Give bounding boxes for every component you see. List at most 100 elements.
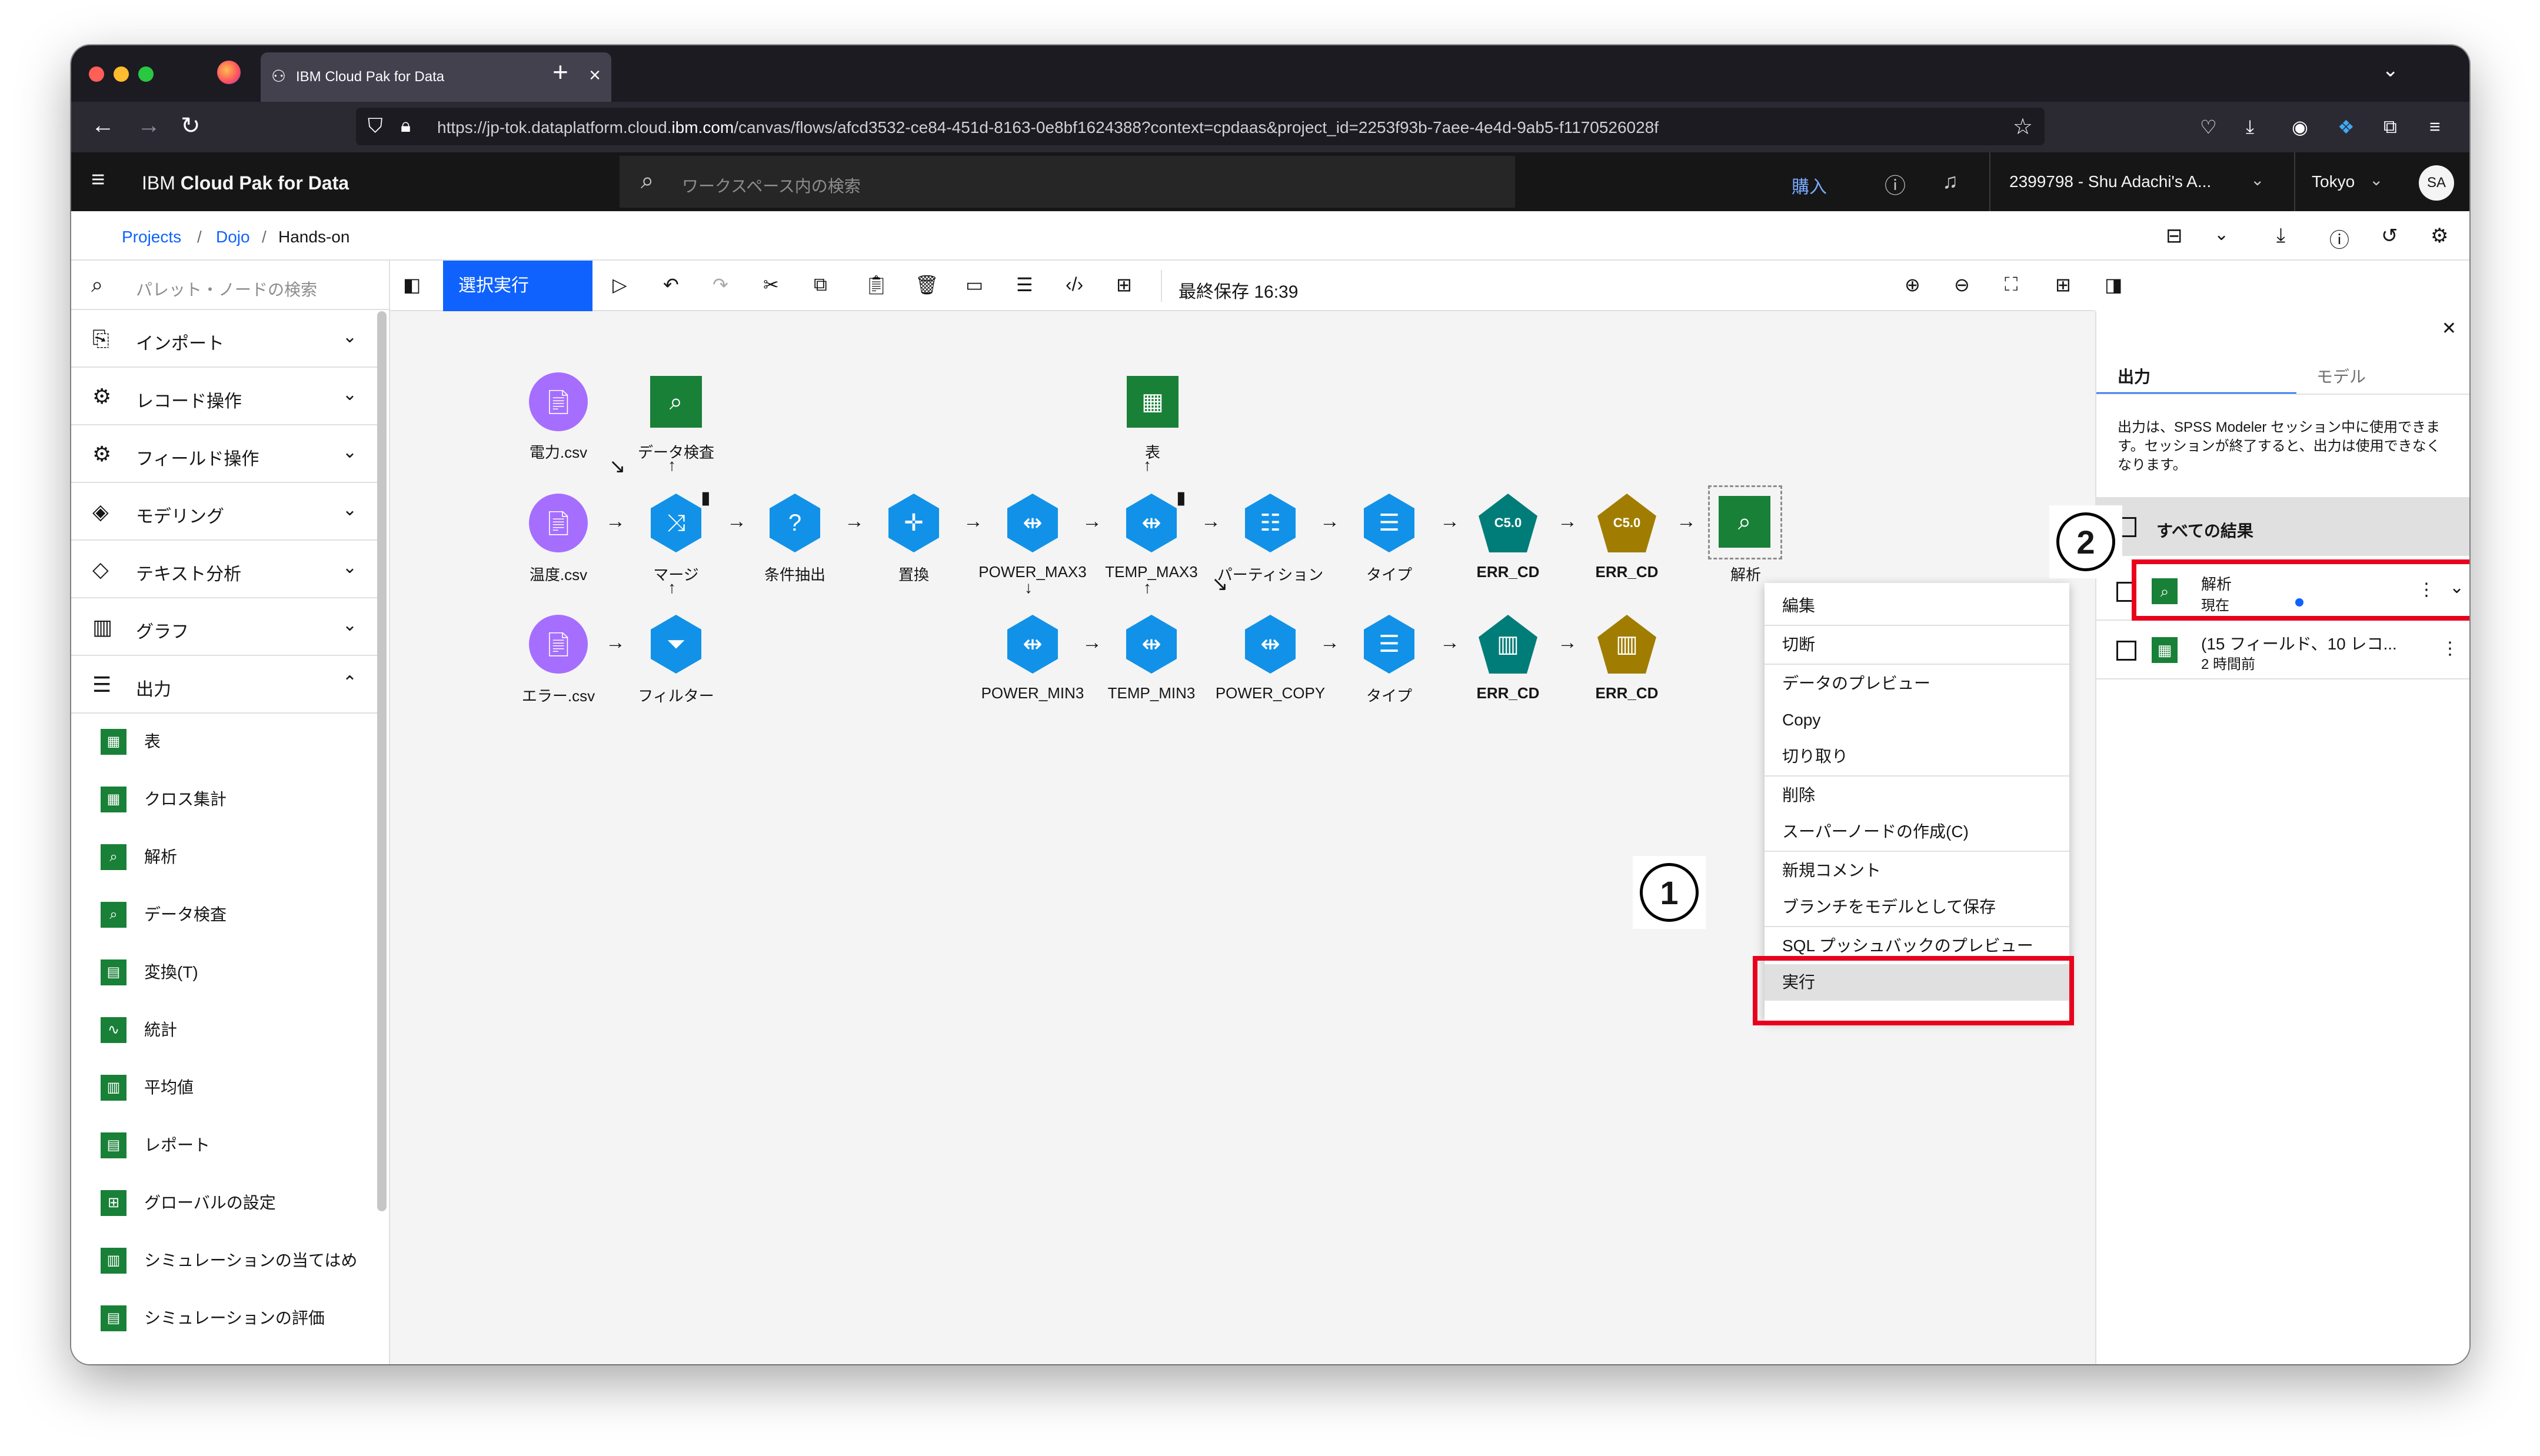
chevron-down-icon[interactable]: ⌄ (342, 326, 357, 347)
download-icon[interactable]: ⤓ (2276, 224, 2285, 247)
tab-list-chevron-icon[interactable]: ⌄ (2382, 58, 2399, 82)
palette-category-5[interactable]: ◇ テキスト分析 ⌄ (71, 542, 377, 598)
node-power-max3[interactable]: ⇹ (1007, 494, 1058, 552)
run-icon[interactable]: ▷ (612, 274, 627, 296)
chevron-down-icon[interactable]: ⌄ (342, 557, 357, 578)
redo-icon[interactable]: ↷ (713, 274, 728, 296)
lock-icon[interactable]: 🔒︎ (401, 115, 411, 137)
menu-new-comment[interactable]: 新規コメント (1765, 852, 2069, 889)
node-merge[interactable]: ⤨ (651, 494, 701, 552)
comment-icon[interactable]: ▭ (966, 274, 983, 296)
menu-icon[interactable]: ≡ (2429, 116, 2441, 138)
menu-cut[interactable]: 切り取り (1765, 738, 2069, 775)
run-selection-button[interactable]: 選択実行 (443, 261, 592, 311)
side-panel-icon[interactable]: ◨ (2105, 274, 2122, 296)
copy-icon[interactable]: ⧉ (814, 274, 827, 296)
palette-output-item[interactable]: ▥ 平均値 (101, 1075, 371, 1110)
menu-preview[interactable]: データのプレビュー (1765, 665, 2069, 702)
new-tab-button[interactable]: + (552, 56, 568, 88)
minimize-window-button[interactable] (114, 66, 129, 82)
palette-output-item[interactable]: ▤ レポート (101, 1132, 371, 1168)
chevron-down-icon[interactable]: ⌄ (342, 615, 357, 635)
node-temp-min3[interactable]: ⇹ (1126, 615, 1177, 674)
brand-name[interactable]: IBM Cloud Pak for Data (142, 172, 349, 194)
node-error-csv[interactable]: 📄︎ (529, 615, 588, 674)
cut-icon[interactable]: ✂ (763, 274, 779, 296)
palette-output-item[interactable]: ▦ 表 (101, 729, 371, 764)
help-icon[interactable]: ⓘ (1885, 169, 1906, 199)
zoom-in-icon[interactable]: ⊕ (1905, 274, 1920, 296)
extensions-puzzle-icon[interactable]: ⧉ (2383, 116, 2397, 138)
url-text[interactable]: https://jp-tok.dataplatform.cloud.ibm.co… (437, 118, 1659, 137)
flow-properties-icon[interactable]: ⊞ (1116, 274, 1132, 296)
node-power-csv[interactable]: 📄︎ (529, 372, 588, 431)
result-row[interactable]: ▦ (15 フィールド、10 レコ... 2 時間前 ⋮ (2096, 621, 2469, 679)
palette-category-3[interactable]: ⚙ フィールド操作 ⌄ (71, 427, 377, 483)
extension-icon[interactable]: ❖ (2338, 116, 2355, 138)
table-view-icon[interactable]: ⊞ (2055, 274, 2071, 296)
chevron-up-icon[interactable]: ⌃ (342, 672, 357, 693)
close-tab-icon[interactable]: × (589, 64, 601, 87)
node-type[interactable]: ☰ (1364, 494, 1414, 552)
palette-category-4[interactable]: ◈ モデリング ⌄ (71, 484, 377, 541)
palette-output-item[interactable]: ⌕ データ検査 (101, 902, 371, 937)
hamburger-menu-icon[interactable]: ≡ (91, 166, 105, 193)
node-select[interactable]: ? (770, 494, 820, 552)
palette-category-1[interactable]: ⎘ インポート ⌄ (71, 311, 377, 368)
chevron-down-icon[interactable]: ⌄ (342, 384, 357, 405)
region-selector[interactable]: Tokyo (2312, 172, 2355, 191)
settings-icon[interactable]: ⚙ (2431, 224, 2448, 248)
node-temp-csv[interactable]: 📄︎ (529, 494, 588, 552)
palette-output-item[interactable]: ▥ シミュレーションの当てはめ (101, 1248, 371, 1283)
palette-category-2[interactable]: ⚙ レコード操作 ⌄ (71, 369, 377, 425)
settings-sliders-icon[interactable]: ☰ (1016, 274, 1033, 296)
node-data-audit[interactable]: ⌕ (650, 376, 702, 428)
node-power-min3[interactable]: ⇹ (1007, 615, 1058, 674)
account-icon[interactable]: ◉ (2292, 116, 2308, 138)
tab-outputs[interactable]: 出力 (2118, 364, 2150, 388)
view-options-chevron-icon[interactable]: ⌄ (2214, 224, 2229, 245)
palette-category-6[interactable]: ▥ グラフ ⌄ (71, 599, 377, 656)
breadcrumb-dojo[interactable]: Dojo (216, 228, 250, 246)
palette-search[interactable]: ⌕ パレット・ノードの検索 (71, 261, 390, 310)
workspace-search[interactable]: ⌕ ワークスペース内の検索 (620, 156, 1515, 208)
fit-to-screen-icon[interactable]: ⛶ (2005, 274, 2018, 296)
node-temp-max3[interactable]: ⇹ (1126, 494, 1177, 552)
buy-link[interactable]: 購入 (1792, 172, 1827, 198)
pocket-icon[interactable]: ♡ (2200, 116, 2217, 138)
menu-edit[interactable]: 編集 (1765, 588, 2069, 624)
region-chevron-icon[interactable]: ⌄ (2369, 170, 2383, 189)
menu-copy[interactable]: Copy (1765, 702, 2069, 738)
result-checkbox[interactable] (2116, 641, 2136, 661)
overflow-menu-icon[interactable]: ⋮ (2441, 638, 2459, 659)
address-bar[interactable]: ⛉ 🔒︎ https://jp-tok.dataplatform.cloud.i… (356, 108, 2045, 145)
palette-scrollbar[interactable] (377, 311, 387, 1211)
menu-save-branch-as-model[interactable]: ブランチをモデルとして保存 (1765, 889, 2069, 925)
avatar[interactable]: SA (2419, 165, 2454, 201)
code-icon[interactable]: ‹/› (1066, 274, 1083, 295)
node-chaid-nugget[interactable]: ▥ (1597, 615, 1656, 674)
palette-output-item[interactable]: ∿ 統計 (101, 1017, 371, 1052)
breadcrumb-projects[interactable]: Projects (122, 228, 181, 246)
node-power-copy[interactable]: ⇹ (1245, 615, 1296, 674)
palette-output-item[interactable]: ▤ 変換(T) (101, 959, 371, 995)
palette-output-item[interactable]: ▤ シミュレーションの評価 (101, 1305, 371, 1341)
forward-icon[interactable]: → (137, 112, 161, 139)
shield-icon[interactable]: ⛉ (368, 115, 383, 138)
zoom-window-button[interactable] (138, 66, 154, 82)
node-filler[interactable]: ✛ (888, 494, 939, 552)
node-c50-model[interactable]: C5.0 (1479, 494, 1537, 552)
bookmark-star-icon[interactable]: ☆ (2013, 114, 2033, 140)
menu-create-supernode[interactable]: スーパーノードの作成(C) (1765, 814, 2069, 850)
paste-icon[interactable]: 📋︎ (864, 274, 888, 296)
node-analysis[interactable]: ⌕ (1719, 496, 1770, 548)
node-partition[interactable]: ☷ (1245, 494, 1296, 552)
menu-disconnect[interactable]: 切断 (1765, 627, 2069, 663)
node-c50-nugget[interactable]: C5.0 (1597, 494, 1656, 552)
history-icon[interactable]: ↺ (2381, 224, 2398, 248)
close-window-button[interactable] (89, 66, 104, 82)
chevron-down-icon[interactable]: ⌄ (342, 442, 357, 462)
node-chaid-model[interactable]: ▥ (1479, 615, 1537, 674)
toggle-palette-icon[interactable]: ◧ (403, 274, 421, 296)
account-chevron-icon[interactable]: ⌄ (2251, 170, 2264, 189)
